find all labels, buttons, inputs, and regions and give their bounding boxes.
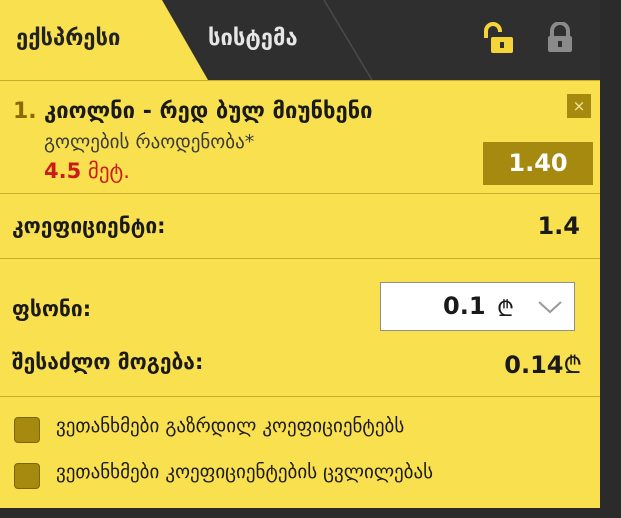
bet-match-name: კიოლნი - რედ ბულ მიუნხენი xyxy=(44,99,373,124)
winnings-amount: 0.14 xyxy=(504,351,564,379)
bet-market: გოლების რაოდენობა* xyxy=(44,131,255,153)
chevron-down-icon[interactable] xyxy=(537,299,563,315)
betslip-panel: ექსპრესი სისტემა 1. კიოლნი - რედ ბულ მიუ… xyxy=(0,0,601,518)
winnings-currency: ₾ xyxy=(563,351,582,379)
coefficient-row: კოეფიციენტი: 1.4 xyxy=(0,193,600,259)
bottom-strip xyxy=(0,508,600,518)
checkbox-accept-odds-changes[interactable] xyxy=(14,463,40,489)
option-accept-increased-odds[interactable]: ვეთანხმები გაზრდილ კოეფიციენტებს xyxy=(14,415,574,443)
option-label: ვეთანხმები გაზრდილ კოეფიციენტებს xyxy=(56,415,405,437)
stake-label: ფსონი: xyxy=(12,297,92,321)
tab-bar: ექსპრესი სისტემა xyxy=(0,0,600,80)
tab-divider xyxy=(323,0,373,80)
option-label: ვეთანხმები კოეფიციენტების ცვლილებას xyxy=(56,461,434,483)
bet-item: 1. კიოლნი - რედ ბულ მიუნხენი გოლების რაო… xyxy=(0,80,600,193)
stake-input[interactable]: 0.1 ₾ xyxy=(380,282,575,331)
lock-open-icon[interactable] xyxy=(482,22,516,56)
bet-selection-value: 4.5 xyxy=(44,159,82,183)
tab-express[interactable]: ექსპრესი xyxy=(0,0,208,80)
coefficient-label: კოეფიციენტი: xyxy=(12,214,166,238)
bet-selection: 4.5 მეტ. xyxy=(44,159,130,183)
bet-index: 1. xyxy=(13,99,37,124)
winnings-label: შესაძლო მოგება: xyxy=(12,350,204,374)
close-icon: × xyxy=(572,97,586,115)
bet-odds: 1.40 xyxy=(483,142,593,185)
remove-bet-button[interactable]: × xyxy=(567,94,591,118)
tab-express-label: ექსპრესი xyxy=(16,26,121,51)
bet-selection-suffix: მეტ. xyxy=(87,159,130,183)
winnings-value: 0.14₾ xyxy=(504,348,582,381)
option-accept-odds-changes[interactable]: ვეთანხმები კოეფიციენტების ცვლილებას xyxy=(14,461,574,489)
coefficient-value: 1.4 xyxy=(537,212,580,240)
lock-closed-icon[interactable] xyxy=(546,22,574,54)
checkbox-accept-increased-odds[interactable] xyxy=(14,417,40,443)
tab-system-label[interactable]: სისტემა xyxy=(208,26,298,51)
options-section: ვეთანხმები გაზრდილ კოეფიციენტებს ვეთანხმ… xyxy=(0,396,600,507)
stake-value: 0.1 xyxy=(443,292,486,320)
stake-currency: ₾ xyxy=(497,297,514,322)
